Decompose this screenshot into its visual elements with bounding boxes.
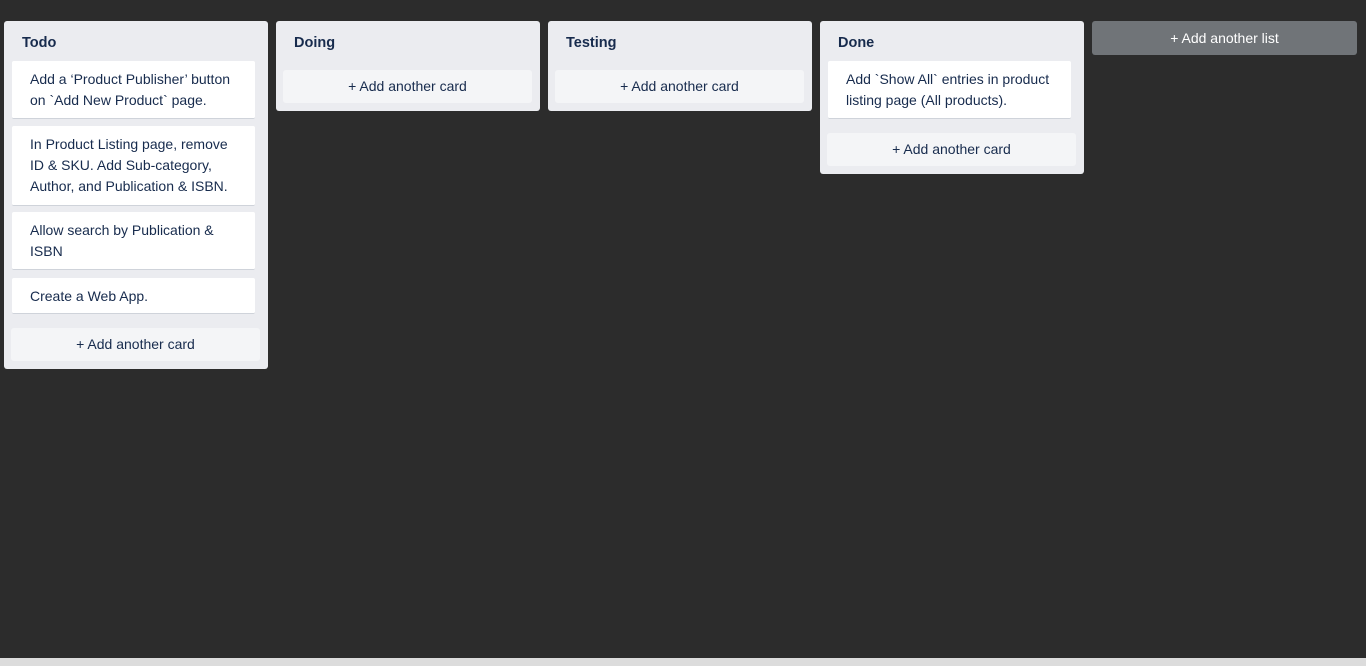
list-todo: Todo Add a ‘Product Publisher’ button on…: [4, 21, 268, 369]
card[interactable]: Add `Show All` entries in product listin…: [828, 61, 1071, 119]
card[interactable]: Allow search by Publication & ISBN: [12, 212, 255, 270]
list-done: Done Add `Show All` entries in product l…: [820, 21, 1084, 174]
horizontal-scrollbar[interactable]: [0, 658, 1366, 666]
list-doing: Doing + Add another card: [276, 21, 540, 111]
add-card-button[interactable]: + Add another card: [283, 70, 532, 103]
list-title[interactable]: Testing: [548, 21, 812, 61]
list-title[interactable]: Doing: [276, 21, 540, 61]
card[interactable]: In Product Listing page, remove ID & SKU…: [12, 126, 255, 206]
list-testing: Testing + Add another card: [548, 21, 812, 111]
board: Todo Add a ‘Product Publisher’ button on…: [0, 0, 1366, 658]
card[interactable]: Add a ‘Product Publisher’ button on `Add…: [12, 61, 255, 119]
add-card-button[interactable]: + Add another card: [827, 133, 1076, 166]
list-title[interactable]: Done: [820, 21, 1084, 61]
add-list-button[interactable]: + Add another list: [1092, 21, 1357, 55]
card[interactable]: Create a Web App.: [12, 278, 255, 314]
add-card-button[interactable]: + Add another card: [11, 328, 260, 361]
add-card-button[interactable]: + Add another card: [555, 70, 804, 103]
list-title[interactable]: Todo: [4, 21, 268, 61]
